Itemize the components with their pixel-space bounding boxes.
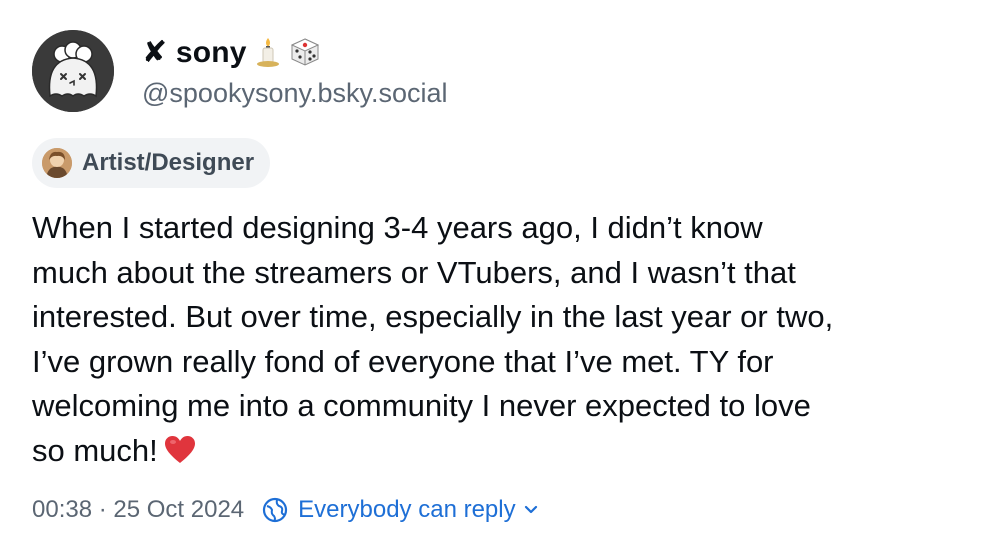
post-text-line: much about the streamers or VTubers, and…: [32, 254, 796, 290]
post-text-line: welcoming me into a community I never ex…: [32, 388, 811, 424]
ghost-avatar-icon: [32, 30, 114, 112]
display-name-text: ✘ sony: [142, 35, 247, 69]
candle-icon: [255, 36, 281, 68]
post-time[interactable]: 00:38: [32, 496, 92, 524]
post-text-line: so much!: [32, 432, 158, 468]
post-text-line: interested. But over time, especially in…: [32, 299, 834, 335]
dice-icon: [289, 36, 321, 68]
post-meta: 00:38 · 25 Oct 2024 Everybody can reply: [32, 490, 538, 530]
post-date[interactable]: 25 Oct 2024: [113, 496, 244, 524]
post-text: When I started designing 3-4 years ago, …: [32, 206, 972, 478]
meta-separator: ·: [92, 496, 114, 523]
labeler-avatar: [42, 148, 72, 178]
labeler-badge[interactable]: Artist/Designer: [32, 138, 271, 188]
labeler-badge-text: Artist/Designer: [82, 149, 255, 176]
author-handle[interactable]: @spookysony.bsky.social: [142, 78, 448, 109]
post-text-line: I’ve grown really fond of everyone that …: [32, 343, 774, 379]
post-text-line: When I started designing 3-4 years ago, …: [32, 210, 763, 245]
globe-icon: [262, 497, 288, 523]
reply-setting-label: Everybody can reply: [298, 496, 516, 523]
heart-icon: [164, 433, 196, 478]
reply-setting-button[interactable]: Everybody can reply: [262, 496, 537, 524]
author-avatar[interactable]: [32, 30, 114, 112]
author-display-name[interactable]: ✘ sony: [142, 30, 321, 74]
chevron-down-icon: [524, 505, 538, 515]
